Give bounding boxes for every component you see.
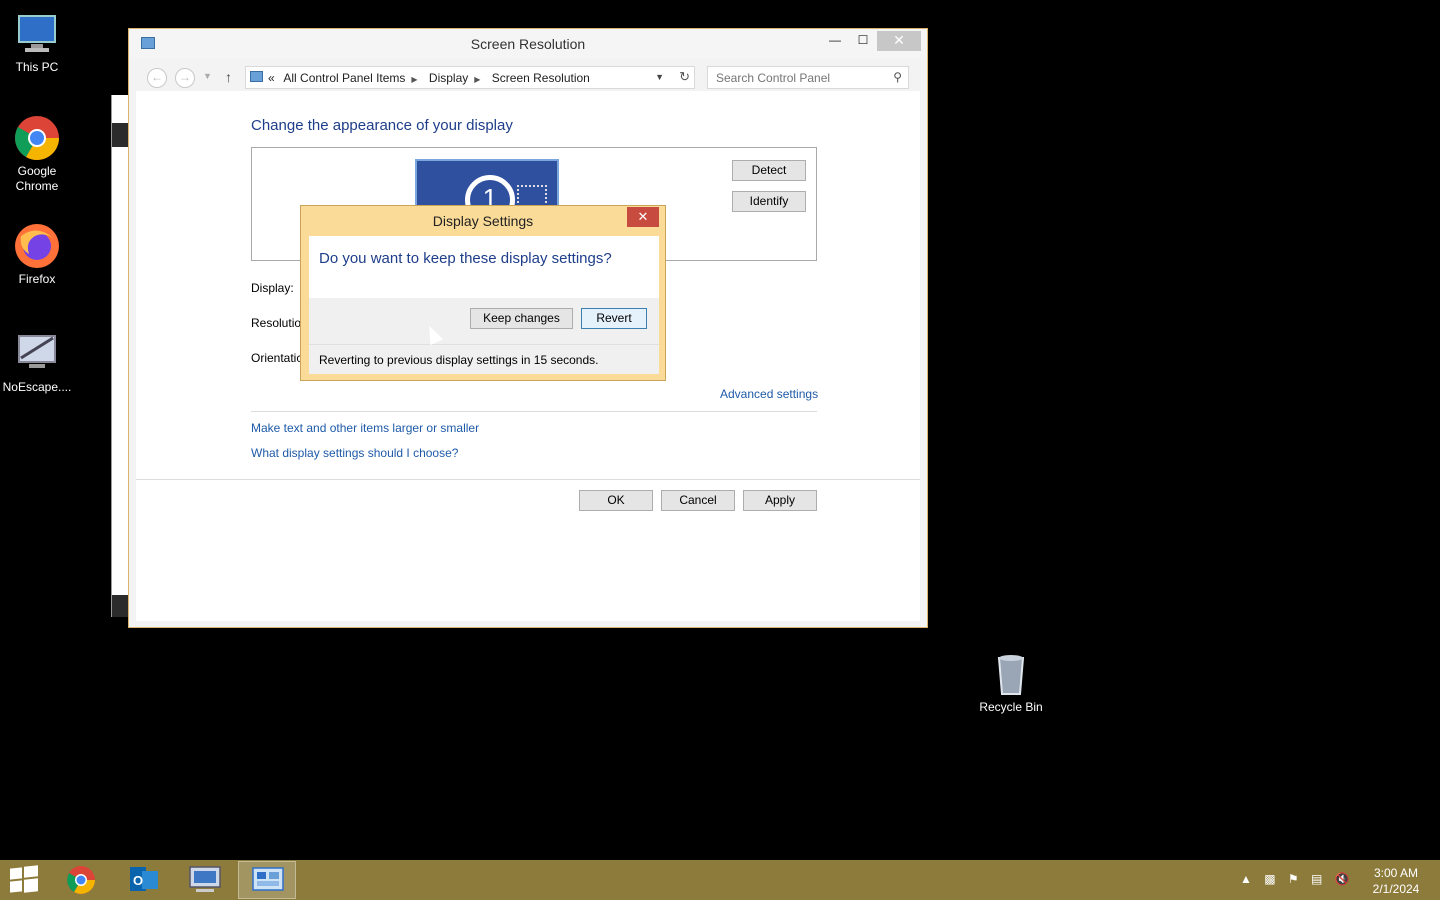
ok-button[interactable]: OK: [579, 490, 653, 511]
taskbar-control-panel[interactable]: [238, 861, 296, 899]
navigation-bar: ← → ▼ ↑ « All Control Panel Items ▶ Displ…: [137, 63, 919, 91]
chrome-icon: [13, 114, 61, 162]
windows-logo-icon: [10, 867, 22, 880]
keep-changes-button[interactable]: Keep changes: [470, 308, 573, 329]
up-button[interactable]: ↑: [225, 69, 232, 85]
search-input[interactable]: [716, 68, 886, 88]
clock-time: 3:00 AM: [1373, 866, 1419, 880]
display-settings-dialog: Display Settings ✕ Do you want to keep t…: [300, 205, 666, 381]
desktop-icon-label: NoEscape....: [2, 380, 72, 394]
desktop-icon-google-chrome[interactable]: Google Chrome: [0, 114, 74, 194]
display-shortcut-icon: [13, 330, 61, 378]
show-hidden-icons-button[interactable]: ▲: [1240, 872, 1252, 886]
chevron-right-icon[interactable]: ▶: [411, 75, 417, 84]
clock[interactable]: 3:00 AM 2/1/2024: [1360, 865, 1432, 897]
address-dropdown-button[interactable]: ▼: [655, 72, 664, 82]
breadcrumb-screen-resolution[interactable]: Screen Resolution: [492, 71, 590, 85]
search-icon[interactable]: ⚲: [893, 70, 902, 84]
refresh-button[interactable]: ↻: [679, 69, 690, 85]
minimize-button[interactable]: —: [821, 31, 849, 51]
desktop-icon-label: Firefox: [18, 272, 56, 286]
maximize-button[interactable]: ☐: [849, 31, 877, 51]
chevron-right-icon[interactable]: ▶: [474, 75, 480, 84]
computer-icon: [13, 10, 61, 58]
network-connections-icon[interactable]: ▩: [1264, 872, 1275, 886]
search-box[interactable]: ⚲: [707, 66, 909, 89]
apply-button[interactable]: Apply: [743, 490, 817, 511]
cancel-button[interactable]: Cancel: [661, 490, 735, 511]
dialog-body: Do you want to keep these display settin…: [309, 236, 659, 298]
back-button[interactable]: ←: [147, 68, 167, 88]
clock-date: 2/1/2024: [1372, 882, 1420, 896]
dialog-close-button[interactable]: ✕: [627, 207, 659, 227]
svg-text:O: O: [133, 873, 143, 888]
forward-button[interactable]: →: [175, 68, 195, 88]
desktop-icon-label: This PC: [15, 60, 59, 74]
desktop-icon-recycle-bin[interactable]: Recycle Bin: [974, 650, 1048, 715]
arrow-up-icon: ↑: [225, 69, 232, 85]
page-title: Change the appearance of your display: [251, 117, 513, 134]
advanced-settings-link[interactable]: Advanced settings: [720, 387, 818, 401]
breadcrumb-overflow[interactable]: «: [268, 71, 275, 85]
start-button[interactable]: [10, 865, 38, 894]
taskbar-remote-desktop[interactable]: [176, 861, 234, 899]
address-bar[interactable]: « All Control Panel Items ▶ Display ▶ Scre…: [245, 66, 695, 89]
chevron-down-icon: ▼: [655, 72, 664, 82]
control-panel-icon: [250, 71, 263, 82]
desktop-icon-this-pc[interactable]: This PC: [0, 10, 74, 75]
volume-muted-icon[interactable]: 🔇: [1335, 872, 1350, 886]
system-tray: ▲ ▩ ⚑ ▤ 🔇: [1240, 872, 1359, 886]
action-center-flag-icon[interactable]: ⚑: [1288, 872, 1299, 886]
arrow-right-icon: →: [179, 70, 191, 84]
minimize-icon: —: [829, 33, 841, 47]
desktop-icon-noescape[interactable]: NoEscape....: [0, 330, 74, 395]
breadcrumb-display[interactable]: Display: [429, 71, 468, 85]
recycle-bin-icon: [987, 650, 1035, 698]
title-bar[interactable]: Screen Resolution — ☐ ✕: [129, 29, 927, 59]
dialog-title: Display Settings: [432, 213, 534, 229]
recent-locations-dropdown[interactable]: ▼: [203, 71, 212, 81]
desktop-icon-firefox[interactable]: Firefox: [0, 222, 74, 287]
close-button[interactable]: ✕: [877, 31, 921, 51]
breadcrumb-all-control-panel-items[interactable]: All Control Panel Items: [283, 71, 405, 85]
firefox-icon: [13, 222, 61, 270]
close-icon: ✕: [893, 32, 905, 48]
taskbar: O ▲ ▩ ⚑ ▤ 🔇 3:00 AM 2/1/2024: [0, 860, 1440, 900]
identify-button[interactable]: Identify: [732, 191, 806, 212]
dialog-question: Do you want to keep these display settin…: [319, 250, 612, 267]
display-label: Display:: [251, 281, 294, 295]
countdown-text: Reverting to previous display settings i…: [319, 353, 599, 367]
desktop-icon-label: Google Chrome: [15, 164, 59, 193]
refresh-icon: ↻: [679, 69, 690, 84]
network-icon[interactable]: ▤: [1311, 872, 1322, 886]
taskbar-outlook[interactable]: O: [114, 861, 172, 899]
maximize-icon: ☐: [857, 33, 869, 47]
close-icon: ✕: [637, 209, 649, 224]
orientation-label: Orientatic: [251, 351, 303, 365]
taskbar-chrome[interactable]: [52, 861, 110, 899]
dialog-footer: Reverting to previous display settings i…: [309, 344, 659, 374]
arrow-left-icon: ←: [151, 70, 163, 84]
dialog-button-area: Keep changes Revert: [309, 298, 659, 344]
resolution-label: Resolutio: [251, 316, 302, 330]
revert-button[interactable]: Revert: [581, 308, 647, 329]
desktop-icon-label: Recycle Bin: [979, 700, 1043, 714]
window-title: Screen Resolution: [470, 36, 586, 52]
detect-button[interactable]: Detect: [732, 160, 806, 181]
display-help-link[interactable]: What display settings should I choose?: [251, 446, 458, 460]
breadcrumb: « All Control Panel Items ▶ Display ▶ Scre…: [268, 71, 596, 85]
divider: [136, 479, 920, 480]
divider: [251, 411, 817, 412]
text-size-link[interactable]: Make text and other items larger or smal…: [251, 421, 479, 435]
chevron-down-icon: ▼: [203, 71, 212, 81]
